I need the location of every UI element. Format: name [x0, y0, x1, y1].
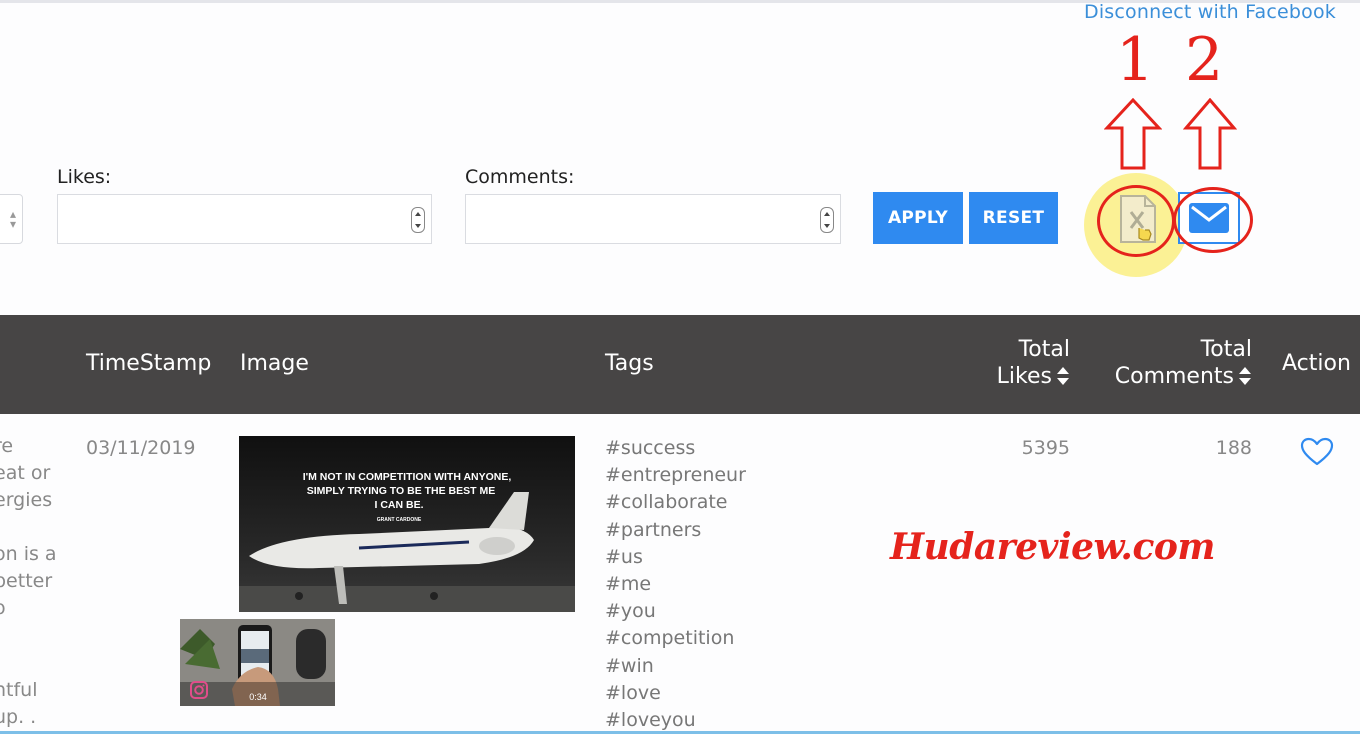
annotation-arrow-1-icon: [1104, 98, 1162, 170]
annotation-arrow-2-icon: [1183, 98, 1237, 170]
select-arrows-icon: ▴ ▾: [9, 207, 16, 231]
tag: #us: [605, 545, 643, 568]
disconnect-facebook-link[interactable]: Disconnect with Facebook: [1084, 1, 1336, 23]
tag: #you: [605, 600, 656, 623]
description-line: ntful: [0, 679, 38, 701]
quote-line-2: SIMPLY TRYING TO BE THE BEST ME: [307, 485, 495, 497]
tag: #collaborate: [605, 491, 728, 514]
sort-select[interactable]: ▴ ▾: [0, 194, 23, 244]
tags-list: #success #entrepreneur #collaborate #par…: [605, 435, 746, 734]
tag: #win: [605, 654, 654, 677]
comments-input[interactable]: [465, 194, 841, 244]
likes-stepper[interactable]: [411, 207, 425, 233]
annotation-number-2: 2: [1185, 25, 1224, 95]
watermark-text: Hudareview.com: [890, 526, 1215, 568]
description-line: up. .: [0, 706, 37, 728]
annotation-circle-1: [1097, 185, 1175, 257]
row-timestamp: 03/11/2019: [86, 437, 196, 459]
quote-line-1: I'M NOT IN COMPETITION WITH ANYONE,: [303, 471, 512, 483]
table-header: TimeStamp Image Tags Total Likes Total C…: [0, 315, 1360, 414]
sort-comments-icon[interactable]: [1238, 367, 1252, 385]
description-line: on is a: [0, 543, 57, 565]
column-header-image: Image: [240, 351, 309, 376]
description-line: eat or: [0, 462, 51, 484]
tag: #me: [605, 573, 652, 596]
apply-button[interactable]: APPLY: [873, 192, 963, 244]
total-comments-line2: Comments: [1114, 364, 1234, 389]
tag: #partners: [605, 518, 702, 541]
row-total-comments: 188: [1215, 437, 1252, 459]
comments-stepper[interactable]: [820, 207, 834, 233]
tag: #love: [605, 681, 661, 704]
column-header-timestamp[interactable]: TimeStamp: [86, 350, 211, 377]
column-header-action: Action: [1282, 351, 1351, 376]
sort-likes-icon[interactable]: [1056, 367, 1070, 385]
annotation-circle-2: [1173, 187, 1253, 253]
row-total-likes: 5395: [1021, 437, 1070, 459]
comments-label: Comments:: [465, 166, 575, 188]
post-image[interactable]: I'M NOT IN COMPETITION WITH ANYONE, SIMP…: [239, 436, 575, 612]
quote-line-3: I CAN BE.: [374, 499, 423, 511]
description-line: re: [0, 435, 14, 457]
total-likes-line1: Total: [1018, 337, 1070, 362]
reset-button[interactable]: RESET: [969, 192, 1058, 244]
video-duration: 0:34: [249, 692, 267, 702]
annotation-number-1: 1: [1116, 25, 1155, 95]
video-preview[interactable]: 0:34: [180, 619, 335, 706]
likes-input[interactable]: [57, 194, 432, 244]
total-likes-line2: Likes: [996, 364, 1052, 389]
description-line: o: [0, 597, 6, 619]
description-line: better: [0, 570, 53, 592]
tag: #success: [605, 437, 696, 459]
column-header-total-comments[interactable]: Total Comments: [1100, 336, 1252, 390]
heart-icon[interactable]: [1300, 437, 1334, 467]
description-line: ergies: [0, 489, 53, 511]
total-comments-line1: Total: [1200, 337, 1252, 362]
tag: #entrepreneur: [605, 464, 746, 487]
column-header-total-likes[interactable]: Total Likes: [980, 336, 1070, 390]
tag: #competition: [605, 627, 735, 650]
tag: #loveyou: [605, 709, 696, 732]
column-header-tags: Tags: [605, 351, 654, 376]
likes-label: Likes:: [57, 166, 112, 188]
quote-author: GRANT CARDONE: [377, 517, 422, 523]
